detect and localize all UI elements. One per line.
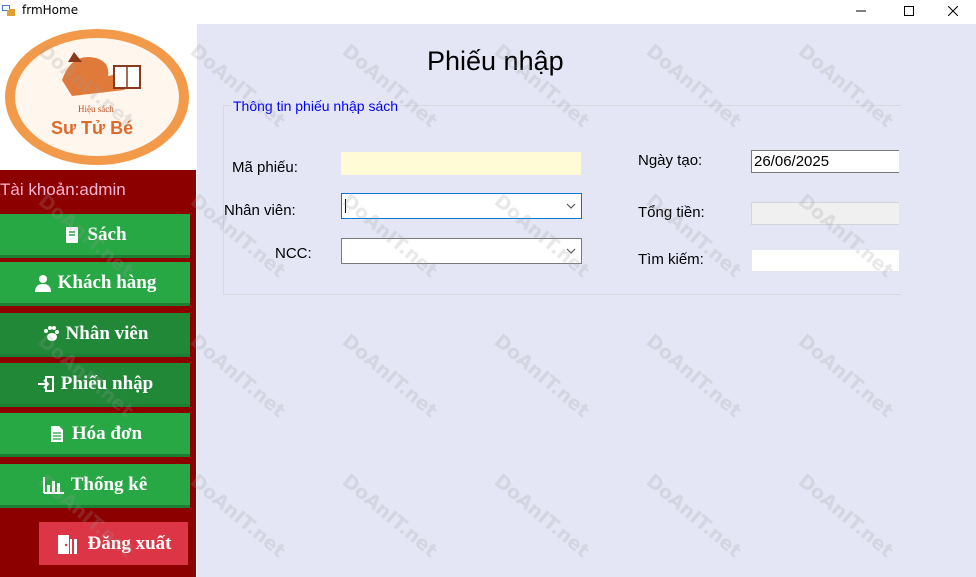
chart-icon [42,476,64,494]
minimize-icon [856,10,866,12]
book-icon [66,226,79,243]
nav-button-hoa-don[interactable]: Hóa đơn [0,413,190,457]
nav-button-khach-hang[interactable]: Khách hàng [0,262,190,306]
store-logo: Hiệu sách Sư Tử Bé [5,29,189,165]
nav-label-sach: Sách [87,223,127,245]
group-title: Thông tin phiếu nhập sách [231,98,401,114]
svg-text:Sư Tử Bé: Sư Tử Bé [51,118,133,138]
ncc-label: NCC: [275,245,312,262]
search-input[interactable] [751,249,899,272]
close-button[interactable] [930,0,976,22]
nav-label-khach-hang: Khách hàng [57,271,157,293]
text-caret [345,199,346,213]
nav-label-phieu-nhap: Phiếu nhập [60,372,154,394]
ngay-tao-label: Ngày tạo: [638,152,703,169]
page-title: Phiếu nhập [427,46,564,76]
logo-panel: Hiệu sách Sư Tử Bé [0,24,196,170]
tong-tien-field[interactable] [751,202,899,225]
minimize-button[interactable] [838,0,884,22]
nav-label-nhan-vien: Nhân viên [65,322,149,344]
nav-label-thong-ke: Thống kê [70,473,148,495]
tong-tien-label: Tổng tiền: [638,204,705,221]
sign-in-icon [37,375,54,392]
ncc-select[interactable] [341,238,582,264]
main-panel: Phiếu nhập Thông tin phiếu nhập sách Mã … [197,24,976,577]
nav-button-sach[interactable]: Sách [0,214,190,258]
app-icon [2,5,15,16]
logout-button[interactable]: Đăng xuất [39,522,188,565]
ma-phieu-field[interactable] [341,152,581,175]
maximize-button[interactable] [886,0,932,22]
nhan-vien-label: Nhân viên: [224,202,296,219]
logout-label: Đăng xuất [87,532,172,554]
nhan-vien-select[interactable] [341,193,582,219]
svg-text:Hiệu sách: Hiệu sách [78,104,114,114]
ngay-tao-field[interactable]: 26/06/2025 [751,150,899,173]
user-icon [34,274,51,292]
window-title: frmHome [22,3,79,17]
account-label: Tài khoản:admin [0,180,126,199]
maximize-icon [904,6,914,16]
chevron-down-icon [566,248,576,254]
paw-icon [43,325,59,341]
nav-button-thong-ke[interactable]: Thống kê [0,464,190,508]
file-icon [50,425,63,442]
close-icon [948,6,958,16]
door-exit-icon [57,534,77,554]
sidebar: Hiệu sách Sư Tử Bé Tài khoản:admin Sách … [0,24,196,577]
tim-kiem-label: Tìm kiếm: [638,251,704,268]
nav-label-hoa-don: Hóa đơn [71,422,143,444]
window-titlebar: frmHome [0,0,976,22]
nav-button-phieu-nhap[interactable]: Phiếu nhập [0,363,190,407]
ma-phieu-label: Mã phiếu: [232,159,298,176]
nav-button-nhan-vien[interactable]: Nhân viên [0,313,190,357]
chevron-down-icon [566,203,576,209]
